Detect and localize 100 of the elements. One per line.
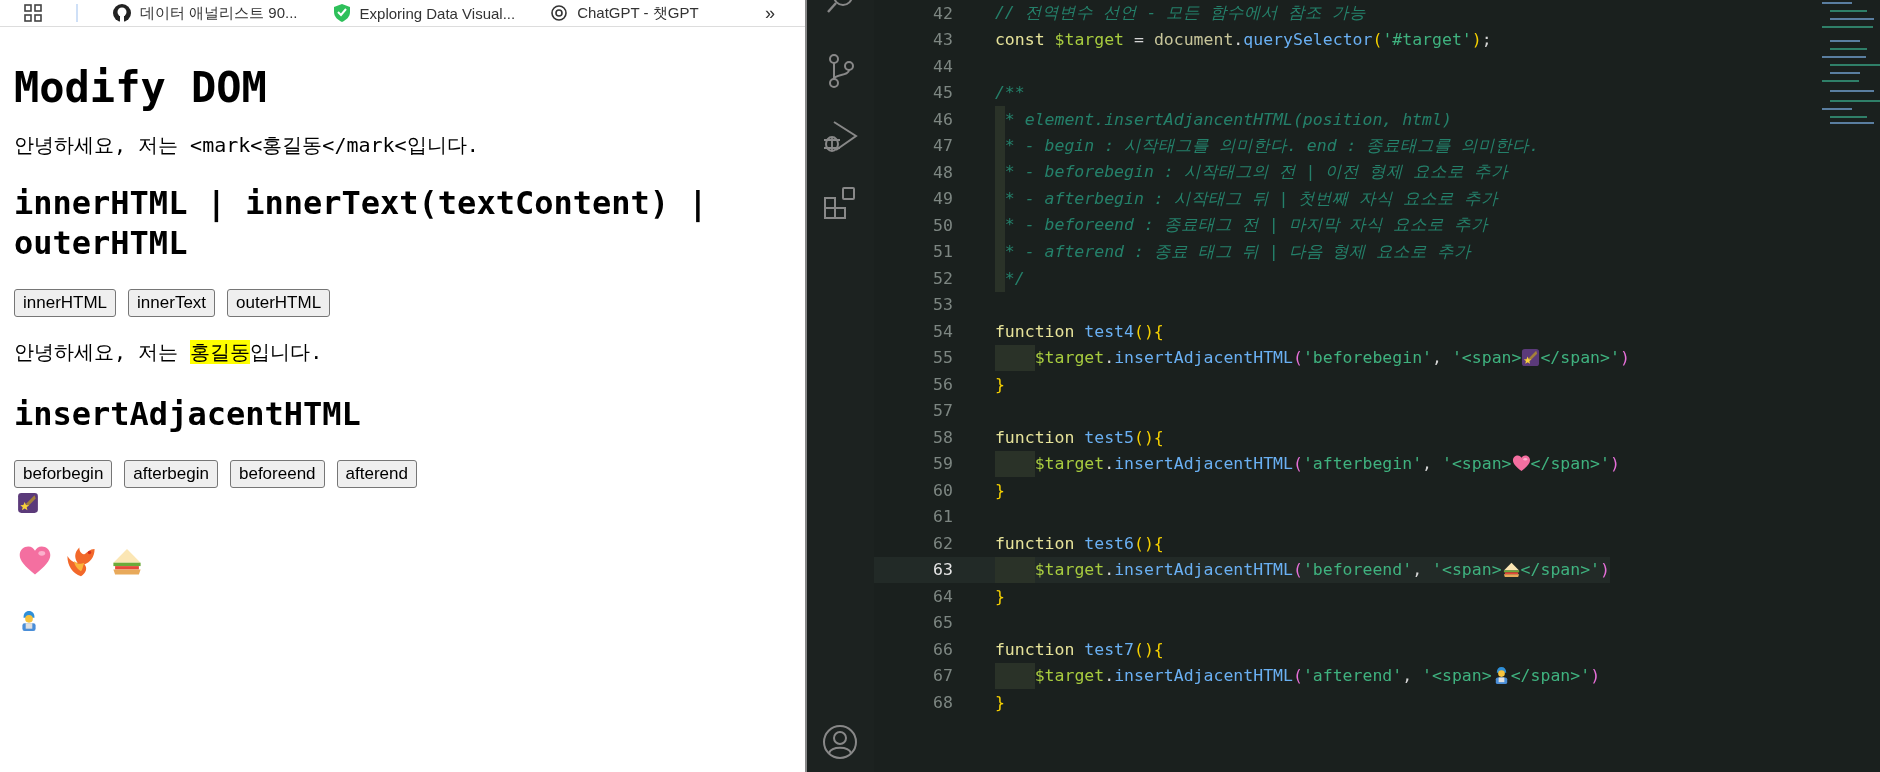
- code-token: function: [994, 427, 1076, 447]
- code-token: </span>': [1520, 560, 1601, 580]
- line-number: 59: [932, 454, 954, 474]
- code-token: function: [994, 533, 1076, 553]
- code-token: document: [1153, 30, 1234, 50]
- extensions-icon[interactable]: [823, 186, 858, 220]
- code-token: }: [994, 586, 1005, 606]
- action-button[interactable]: afterbegin: [124, 460, 218, 488]
- code-token: .: [1104, 348, 1115, 368]
- heart-icon: [1511, 454, 1531, 474]
- action-button[interactable]: beforbegin: [14, 460, 113, 488]
- line-number: 45: [932, 83, 954, 103]
- run-debug-icon[interactable]: [822, 120, 859, 154]
- line-number: 57: [932, 401, 954, 421]
- line-number: 55: [932, 348, 954, 368]
- code-token: */: [1004, 268, 1025, 288]
- code-token: '<span>: [1422, 666, 1492, 686]
- code-token: </span>': [1510, 666, 1591, 686]
- code-token: insertAdjacentHTML: [1114, 348, 1293, 368]
- code-token: * - begin : 시작태그를 의미한다. end : 종료태그를 의미한다.: [1004, 134, 1540, 157]
- code-token: ): [1619, 348, 1630, 368]
- line-number: 64: [932, 586, 954, 606]
- code-token: ): [1590, 666, 1601, 686]
- code-token: =: [1133, 30, 1145, 50]
- code-token: (: [1372, 30, 1383, 50]
- code-token: }: [994, 374, 1005, 394]
- action-button[interactable]: innerText: [128, 289, 216, 317]
- action-button[interactable]: outerHTML: [227, 289, 331, 317]
- code-token: $target: [1054, 30, 1125, 50]
- line-number: 47: [932, 136, 954, 156]
- line-number: 46: [932, 109, 954, 129]
- code-token: (: [1292, 560, 1303, 580]
- line-number: 42: [932, 3, 954, 23]
- code-token: * - beforeend : 종료태그 전 | 마지막 자식 요소로 추가: [1004, 214, 1489, 237]
- code-token: * - afterend : 종료 태그 뒤 | 다음 형제 요소로 추가: [1004, 240, 1472, 263]
- code-token: 'beforebegin': [1302, 348, 1432, 368]
- line-number: 66: [932, 639, 954, 659]
- bookmark-link[interactable]: Exploring Data Visual...: [359, 4, 516, 22]
- line-number: 56: [932, 374, 954, 394]
- action-button[interactable]: afterend: [336, 460, 417, 488]
- code-token: ,: [1412, 560, 1424, 580]
- code-token: * - afterbegin : 시작태그 뒤 | 첫번째 자식 요소로 추가: [1004, 187, 1499, 210]
- line-number: 60: [932, 480, 954, 500]
- code-token: (: [1292, 666, 1303, 686]
- code-token: insertAdjacentHTML: [1114, 454, 1293, 474]
- line-number: 65: [932, 613, 954, 633]
- code-token: (){: [1134, 639, 1164, 659]
- account-icon[interactable]: [822, 724, 859, 760]
- action-button[interactable]: beforeend: [229, 460, 325, 488]
- line-number: 61: [932, 507, 954, 527]
- code-token: insertAdjacentHTML: [1114, 666, 1293, 686]
- line-number: 62: [932, 533, 954, 553]
- code-token: test6: [1084, 533, 1134, 553]
- code-token: '<span>: [1441, 454, 1512, 474]
- paragraph: 안녕하세요, 저는 홍길동입니다.: [14, 339, 324, 366]
- code-token: (: [1292, 348, 1303, 368]
- code-token: }: [994, 480, 1005, 500]
- code-token: insertAdjacentHTML: [1114, 560, 1293, 580]
- code-token: function: [994, 321, 1076, 341]
- code-token: function: [994, 639, 1076, 659]
- sandwich-icon: [1501, 560, 1521, 580]
- code-token: </span>': [1540, 348, 1620, 368]
- code-token: const: [994, 30, 1046, 50]
- code-token: ,: [1432, 348, 1443, 368]
- code-token: 'afterbegin': [1302, 454, 1423, 474]
- code-token: (){: [1134, 427, 1164, 447]
- section-heading: insertAdjacentHTML: [14, 394, 362, 434]
- line-number: 50: [932, 215, 954, 235]
- bookmark-link[interactable]: ChatGPT - 챗GPT: [577, 3, 699, 23]
- code-token: '#target': [1382, 30, 1472, 50]
- line-number: 48: [932, 162, 954, 182]
- action-button[interactable]: innerHTML: [14, 289, 117, 317]
- bookmark-link[interactable]: 데이터 애널리스트 90...: [140, 3, 298, 23]
- line-number: 52: [932, 268, 954, 288]
- code-token: (: [1292, 454, 1303, 474]
- section-heading: innerHTML | innerText(textContent) | outerHTML: [14, 183, 709, 263]
- line-number: 68: [932, 692, 954, 712]
- apps-grid-icon[interactable]: [24, 4, 42, 22]
- line-number: 43: [932, 30, 954, 50]
- code-token: '<span>: [1451, 348, 1522, 368]
- code-token: $target: [1034, 560, 1105, 580]
- line-number: 49: [932, 189, 954, 209]
- code-token: 'afterend': [1302, 666, 1403, 686]
- code-token: .: [1104, 560, 1115, 580]
- code-token: '<span>: [1432, 560, 1502, 580]
- code-token: * - beforebegin : 시작태그의 전 | 이전 형제 요소로 추가: [1004, 161, 1509, 184]
- code-token: ): [1600, 560, 1610, 580]
- code-token: ,: [1402, 666, 1414, 686]
- code-token: test5: [1084, 427, 1134, 447]
- code-token: test4: [1084, 321, 1134, 341]
- code-token: $target: [1034, 666, 1105, 686]
- bookmarks-overflow[interactable]: »: [765, 2, 776, 24]
- line-number: 63: [932, 560, 954, 580]
- code-token: // 전역변수 선언 - 모든 함수에서 참조 가능: [994, 2, 1367, 25]
- code-token: ): [1610, 454, 1620, 474]
- code-token: $target: [1034, 454, 1105, 474]
- line-number: 44: [932, 56, 954, 76]
- code-token: </span>': [1530, 454, 1610, 474]
- code-token: .: [1104, 454, 1115, 474]
- page-title: Modify DOM: [14, 63, 268, 112]
